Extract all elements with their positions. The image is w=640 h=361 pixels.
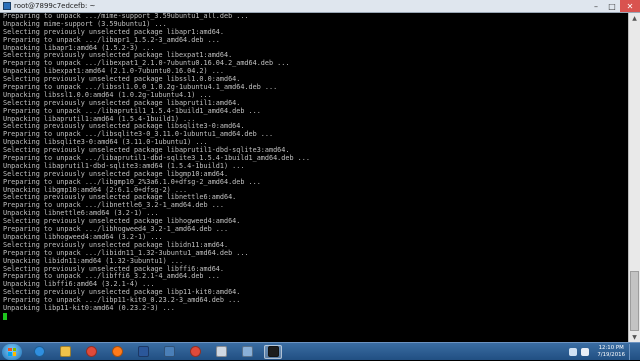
- clock-date: 7/19/2016: [597, 351, 625, 358]
- terminal-icon: [267, 346, 279, 357]
- word-icon: [137, 346, 149, 357]
- terminal-scrollbar[interactable]: ▲ ▼: [628, 13, 640, 342]
- clock-time: 12:10 PM: [598, 345, 624, 351]
- minimize-button[interactable]: –: [588, 0, 604, 12]
- volume-icon[interactable]: [581, 347, 590, 356]
- scroll-up-arrow-icon[interactable]: ▲: [629, 13, 640, 23]
- taskbar-media-button[interactable]: [212, 345, 230, 359]
- scrollbar-thumb[interactable]: [630, 271, 639, 331]
- scroll-down-arrow-icon[interactable]: ▼: [629, 332, 640, 342]
- close-button[interactable]: ✕: [620, 0, 640, 12]
- taskbar-firefox-button[interactable]: [108, 345, 126, 359]
- ie-icon: [33, 346, 45, 357]
- folder-icon: [59, 346, 71, 357]
- chrome-icon-2: [189, 346, 201, 357]
- taskbar-network-button[interactable]: [238, 345, 256, 359]
- chrome-icon: [85, 346, 97, 357]
- terminal-cursor: [3, 313, 7, 321]
- network-status-icon[interactable]: [569, 347, 578, 356]
- taskbar-terminal-button[interactable]: [264, 344, 282, 359]
- windows-logo-icon: [8, 347, 16, 356]
- firefox-icon: [111, 346, 123, 357]
- remote-icon: [163, 346, 175, 357]
- window-titlebar: root@7899c7edcefb: ~ – □ ✕: [0, 0, 640, 13]
- putty-icon: [3, 2, 11, 10]
- system-tray: 12:10 PM 7/19/2016: [569, 343, 640, 361]
- maximize-button[interactable]: □: [604, 0, 620, 12]
- start-button[interactable]: [2, 343, 22, 360]
- taskbar-chrome-2-button[interactable]: [186, 345, 204, 359]
- taskbar-chrome-button[interactable]: [82, 345, 100, 359]
- show-desktop-button[interactable]: [629, 343, 636, 360]
- taskbar-ie-button[interactable]: [30, 345, 48, 359]
- taskbar-folder-button[interactable]: [56, 345, 74, 359]
- network-icon: [241, 346, 253, 357]
- terminal-output[interactable]: Preparing to unpack .../mime-support_3.5…: [0, 13, 628, 342]
- window-controls: – □ ✕: [588, 0, 640, 12]
- media-icon: [215, 346, 227, 357]
- terminal-prompt-line: [3, 313, 628, 321]
- taskbar: 12:10 PM 7/19/2016: [0, 342, 640, 360]
- taskbar-word-button[interactable]: [134, 345, 152, 359]
- window-title: root@7899c7edcefb: ~: [14, 2, 96, 10]
- taskbar-remote-button[interactable]: [160, 345, 178, 359]
- terminal-line: Unpacking libp11-kit0:amd64 (0.23.2-3) .…: [3, 303, 175, 312]
- clock[interactable]: 12:10 PM 7/19/2016: [597, 345, 625, 358]
